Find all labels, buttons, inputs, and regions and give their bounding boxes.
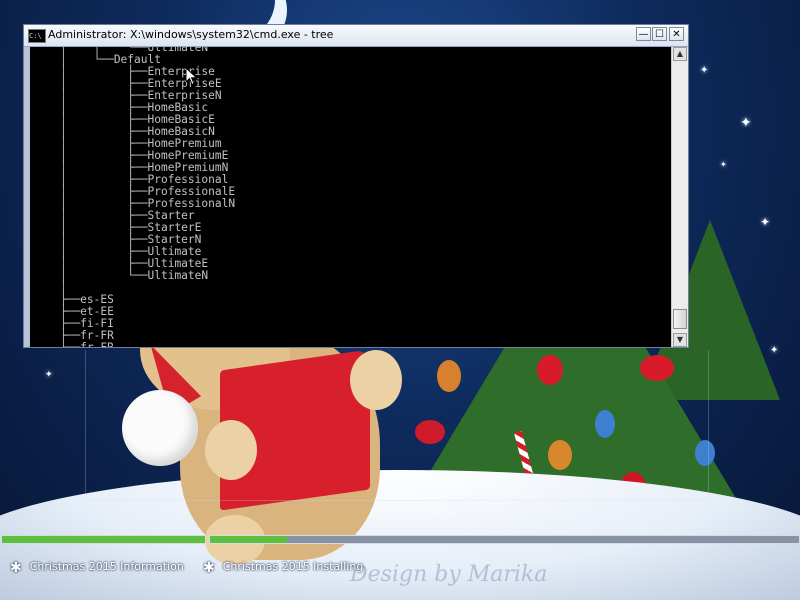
status-installing-label: Christmas 2015 Installing bbox=[222, 560, 364, 573]
status-information: ✱ Christmas 2015 Information bbox=[10, 558, 184, 576]
progress-bar-installing bbox=[209, 535, 800, 544]
maximize-button[interactable]: ☐ bbox=[652, 27, 667, 41]
status-installing: ✱ Christmas 2015 Installing bbox=[203, 558, 364, 576]
console-text: │ │ └──UltimateN │ └──Default │ ├──Enter… bbox=[59, 47, 236, 347]
snowflake-icon: ✱ bbox=[10, 560, 22, 576]
status-information-label: Christmas 2015 Information bbox=[29, 560, 184, 573]
progress-fill-installing bbox=[210, 536, 287, 543]
console-output-area[interactable]: │ │ └──UltimateN │ └──Default │ ├──Enter… bbox=[30, 47, 671, 347]
close-button[interactable]: ✕ bbox=[669, 27, 684, 41]
star-icon: ✦ bbox=[700, 65, 709, 76]
console-app-icon[interactable]: C:\ bbox=[28, 29, 46, 43]
scroll-up-arrow-icon[interactable]: ▲ bbox=[673, 47, 687, 61]
vertical-scrollbar[interactable]: ▲ ▼ bbox=[671, 47, 688, 347]
scroll-down-arrow-icon[interactable]: ▼ bbox=[673, 333, 687, 347]
star-icon: ✦ bbox=[740, 115, 752, 131]
progress-fill-information bbox=[2, 536, 205, 543]
snowflake-icon: ✱ bbox=[203, 560, 215, 576]
window-titlebar[interactable]: C:\ Administrator: X:\windows\system32\c… bbox=[24, 25, 688, 47]
scrollbar-thumb[interactable] bbox=[673, 309, 687, 329]
mouse-cursor-icon bbox=[186, 68, 198, 86]
star-icon: ✦ bbox=[45, 370, 53, 380]
background-window-frame bbox=[85, 350, 709, 501]
cmd-window[interactable]: C:\ Administrator: X:\windows\system32\c… bbox=[23, 24, 689, 348]
star-icon: ✦ bbox=[720, 160, 727, 169]
minimize-button[interactable]: — bbox=[636, 27, 651, 41]
progress-bar-information bbox=[1, 535, 206, 544]
watermark-text: Design by Marika bbox=[350, 562, 548, 587]
window-title: Administrator: X:\windows\system32\cmd.e… bbox=[48, 28, 334, 41]
